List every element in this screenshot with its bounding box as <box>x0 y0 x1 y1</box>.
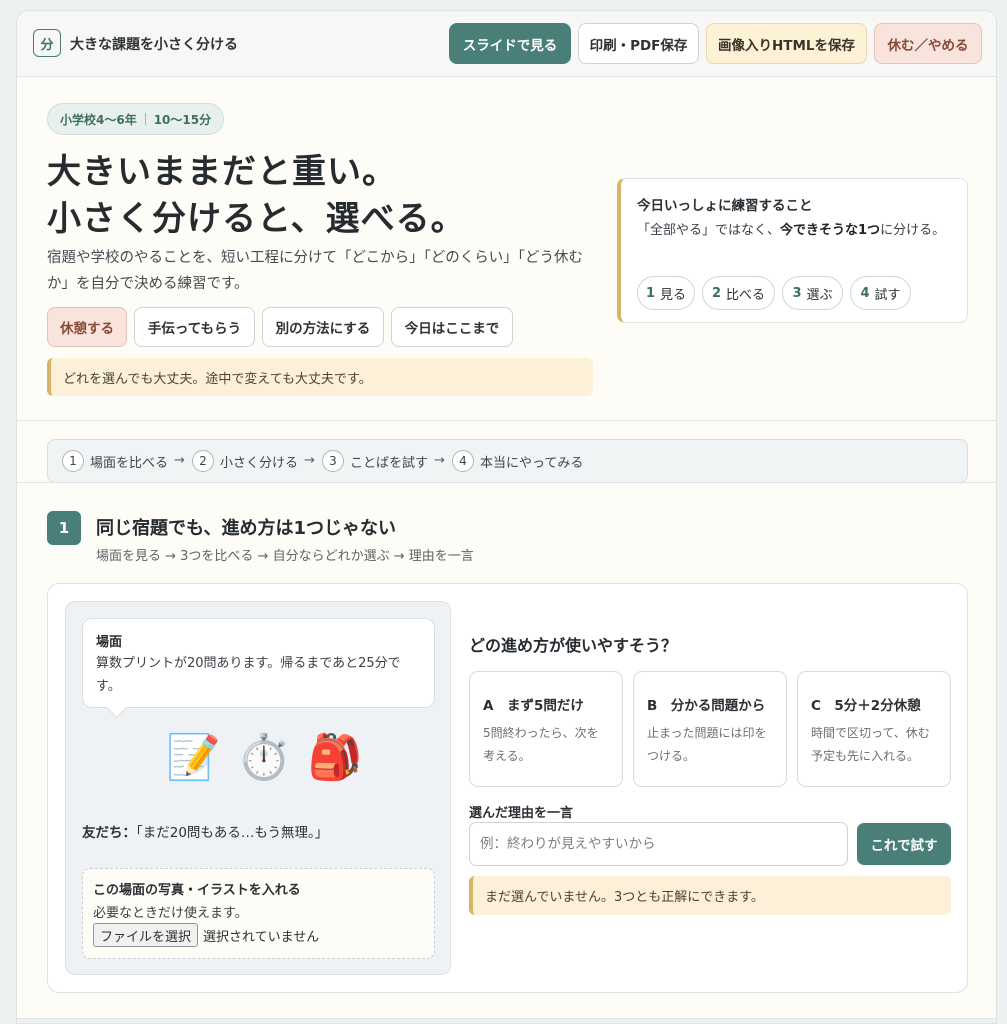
option-description: 止まった問題には印をつける。 <box>647 726 767 763</box>
grade-label: 小学校4〜6年 <box>60 112 137 127</box>
option-title: C 5分＋2分休憩 <box>811 698 921 714</box>
section-divider <box>17 420 996 421</box>
question-title: どの進め方が使いやすそう？ <box>469 636 678 655</box>
scene-speech-bubble: 場面 算数プリントが20問あります。帰るまであと25分です。 <box>82 618 435 708</box>
hero-title-line1: 大きいままだと重い。 <box>47 152 397 192</box>
slides-button[interactable]: スライドで見る <box>449 23 571 64</box>
hero-title-line2: 小さく分けると、選べる。 <box>47 199 466 239</box>
print-pdf-button[interactable]: 印刷・PDF保存 <box>578 23 699 64</box>
today-practice-card: 今日いっしょに練習すること 「全部やる」ではなく、今できそうな1つに分ける。 1… <box>617 178 968 323</box>
section-number-badge: 1 <box>47 511 81 545</box>
reason-label: 選んだ理由を一言 <box>469 806 574 821</box>
stepnav-item-2[interactable]: 2 小さく分ける <box>192 450 298 472</box>
today-card-emphasis: 今できそうな1つ <box>780 223 881 238</box>
app-logo-icon: 分 <box>33 29 61 57</box>
file-input: ファイルを選択 選択されていません <box>93 923 424 947</box>
selection-status: まだ選んでいません。3つとも正解にできます。 <box>469 876 951 915</box>
reassurance-note: どれを選んでも大丈夫。途中で変えても大丈夫です。 <box>47 358 593 396</box>
top-toolbar: 分 大きな課題を小さく分ける スライドで見る 印刷・PDF保存 画像入りHTML… <box>17 11 996 77</box>
try-button[interactable]: これで試す <box>857 823 951 865</box>
app-window: 分 大きな課題を小さく分ける スライドで見る 印刷・PDF保存 画像入りHTML… <box>16 10 997 1024</box>
upload-description: 必要なときだけ使えます。 <box>93 906 248 921</box>
stepnav-item-1[interactable]: 1 場面を比べる <box>62 450 168 472</box>
option-description: 5問終わったら、次を考える。 <box>483 726 599 763</box>
section-title: 同じ宿題でも、進め方は1つじゃない <box>96 518 396 539</box>
today-step-pill: 3 選ぶ <box>782 276 843 310</box>
app-title: 大きな課題を小さく分ける <box>70 37 238 53</box>
stop-button[interactable]: 休む／やめる <box>874 23 982 64</box>
stop-today-button[interactable]: 今日はここまで <box>391 307 513 347</box>
scene-card: 場面 算数プリントが20問あります。帰るまであと25分です。 📝 ⏱️ 🎒 友だ… <box>65 601 451 975</box>
file-status: 選択されていません <box>203 929 320 945</box>
stepnav-item-3[interactable]: 3 ことばを試す <box>322 450 428 472</box>
friend-quote: 友だち：「まだ20問もある…もう無理。」 <box>82 825 329 841</box>
memo-pencil-icon: 📝 <box>166 732 221 783</box>
ask-help-button[interactable]: 手伝ってもらう <box>134 307 255 347</box>
hero-title: 大きいままだと重い。 小さく分けると、選べる。 <box>47 149 466 243</box>
choose-file-button[interactable]: ファイルを選択 <box>93 923 199 947</box>
image-upload-box: この場面の写真・イラストを入れる 必要なときだけ使えます。 ファイルを選択 選択… <box>82 868 435 959</box>
next-section-edge <box>17 1018 996 1023</box>
today-step-pill: 2 比べる <box>702 276 775 310</box>
hero-description: 宿題や学校のやることを、短い工程に分けて「どこから」「どのくらい」「どう休むか」… <box>47 250 584 292</box>
scene-title: 場面 <box>96 635 123 650</box>
option-card-b[interactable]: B 分かる問題から 止まった問題には印をつける。 <box>633 671 787 787</box>
reason-input[interactable] <box>469 822 848 866</box>
option-card-a[interactable]: A まず5問だけ 5問終わったら、次を考える。 <box>469 671 623 787</box>
rest-button[interactable]: 休憩する <box>47 307 127 347</box>
today-step-pill: 1 見る <box>637 276 695 310</box>
stopwatch-icon: ⏱️ <box>236 732 292 783</box>
activity-panel: 場面 算数プリントが20問あります。帰るまであと25分です。 📝 ⏱️ 🎒 友だ… <box>47 583 968 993</box>
grade-time-badge: 小学校4〜6年 10〜15分 <box>47 103 225 135</box>
scene-text: 算数プリントが20問あります。帰るまであと25分です。 <box>96 656 401 694</box>
today-step-pill: 4 試す <box>850 276 911 310</box>
scene-illustration: 📝 ⏱️ 🎒 <box>166 730 362 786</box>
badge-divider <box>144 113 146 125</box>
arrow-icon: → <box>174 453 185 468</box>
section-divider <box>17 482 996 483</box>
upload-title: この場面の写真・イラストを入れる <box>93 883 301 898</box>
section-subtitle: 場面を見る → 3つを比べる → 自分ならどれか選ぶ → 理由を一言 <box>96 549 474 564</box>
option-card-c[interactable]: C 5分＋2分休憩 時間で区切って、休む予定も先に入れる。 <box>797 671 951 787</box>
save-html-button[interactable]: 画像入りHTMLを保存 <box>706 23 867 64</box>
arrow-icon: → <box>434 453 445 468</box>
option-title: A まず5問だけ <box>483 698 584 714</box>
option-title: B 分かる問題から <box>647 698 766 714</box>
arrow-icon: → <box>304 453 315 468</box>
today-card-description: 「全部やる」ではなく、今できそうな1つに分ける。 <box>637 223 946 238</box>
today-card-title: 今日いっしょに練習すること <box>637 198 813 214</box>
step-navigation: 1 場面を比べる → 2 小さく分ける → 3 ことばを試す → 4 本当にやってみる <box>47 439 968 483</box>
stepnav-item-4[interactable]: 4 本当にやってみる <box>452 450 583 472</box>
other-method-button[interactable]: 別の方法にする <box>262 307 384 347</box>
backpack-icon: 🎒 <box>307 732 363 783</box>
time-label: 10〜15分 <box>153 112 212 127</box>
option-description: 時間で区切って、休む予定も先に入れる。 <box>811 726 930 763</box>
